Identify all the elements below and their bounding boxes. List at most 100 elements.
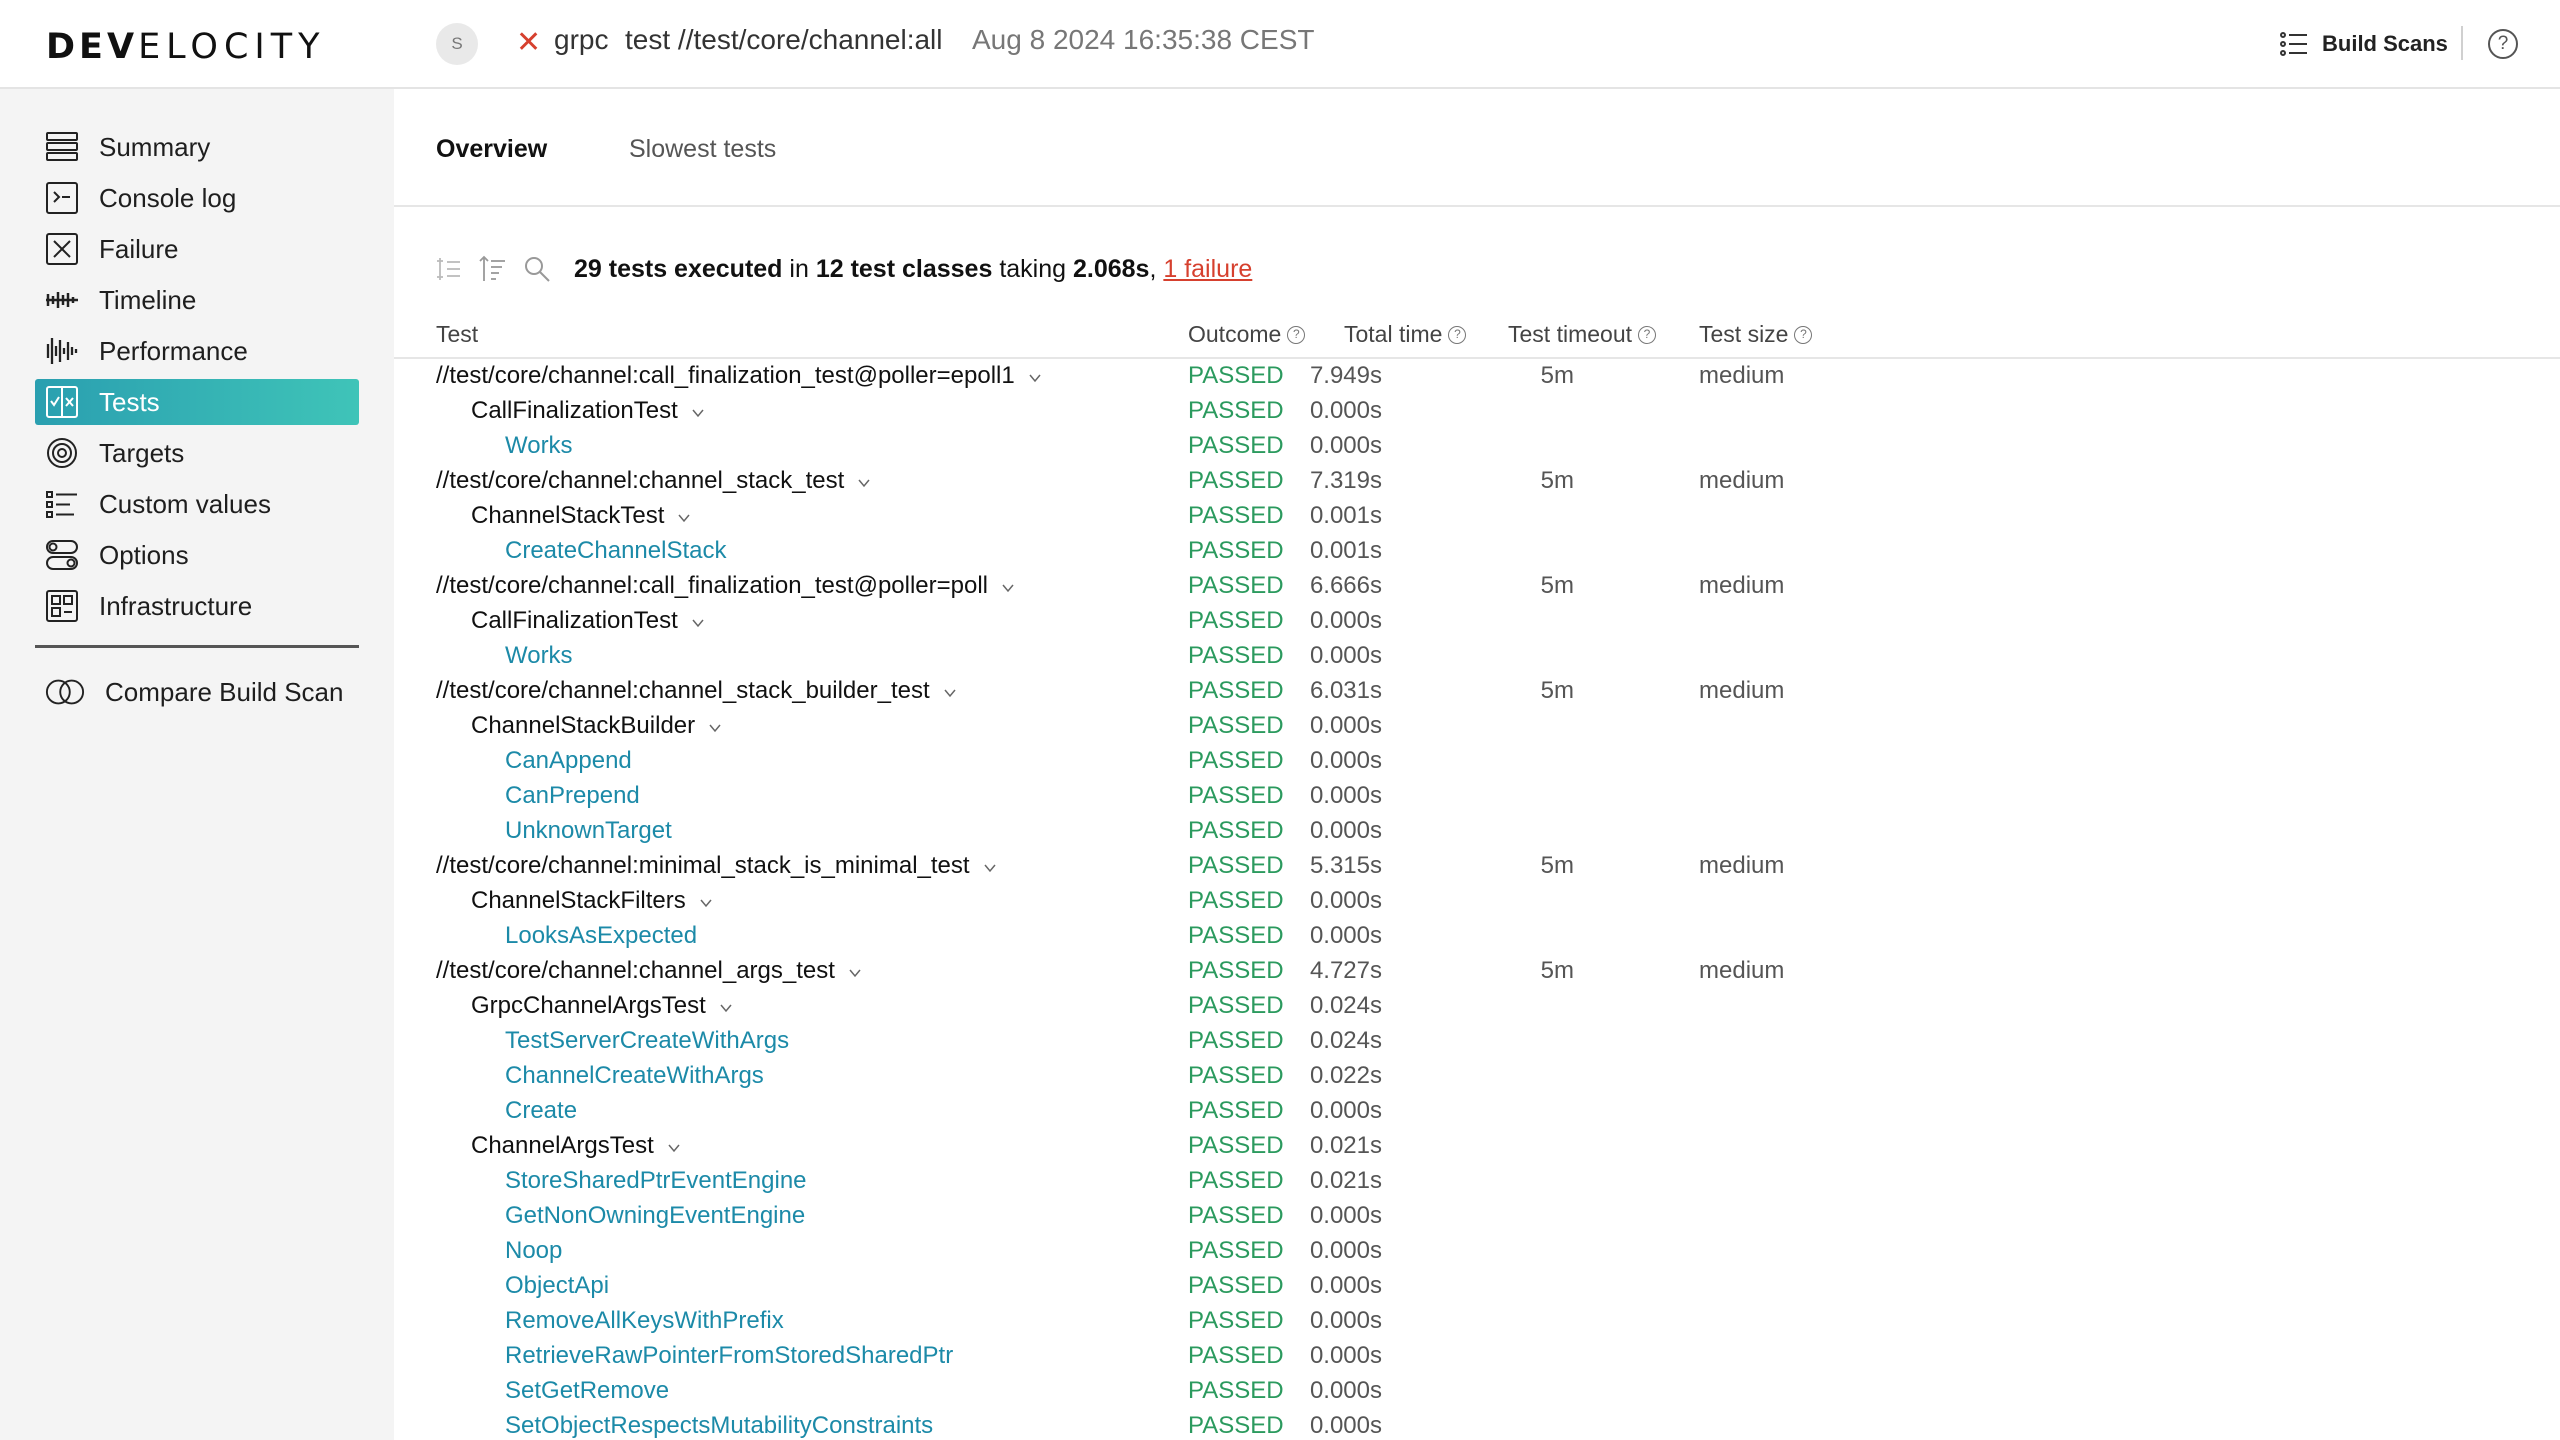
chevron-down-icon[interactable] bbox=[849, 967, 861, 979]
table-row[interactable]: ChannelCreateWithArgs PASSED 0.022s bbox=[394, 1059, 2560, 1094]
chevron-down-icon[interactable] bbox=[709, 722, 721, 734]
table-row[interactable]: //test/core/channel:channel_args_test PAS… bbox=[394, 954, 2560, 989]
tab-overview[interactable]: Overview bbox=[436, 135, 547, 164]
sidebar-item-performance[interactable]: Performance bbox=[35, 328, 359, 374]
failures-link[interactable]: 1 failure bbox=[1163, 255, 1252, 283]
search-icon[interactable] bbox=[522, 254, 552, 284]
table-row[interactable]: ChannelStackTest PASSED 0.001s bbox=[394, 499, 2560, 534]
sidebar-item-custom-values[interactable]: Custom values bbox=[35, 481, 359, 527]
table-row[interactable]: CanPrepend PASSED 0.000s bbox=[394, 779, 2560, 814]
column-header-test[interactable]: Test bbox=[436, 321, 478, 348]
test-case-link[interactable]: CanAppend bbox=[505, 747, 632, 775]
compare-build-scan-button[interactable]: Compare Build Scan bbox=[35, 669, 359, 715]
table-row[interactable]: //test/core/channel:channel_stack_builde… bbox=[394, 674, 2560, 709]
info-icon[interactable]: ? bbox=[1638, 325, 1656, 344]
table-row[interactable]: CallFinalizationTest PASSED 0.000s bbox=[394, 604, 2560, 639]
table-row[interactable]: SetObjectRespectsMutabilityConstraints PA… bbox=[394, 1409, 2560, 1440]
info-icon[interactable]: ? bbox=[1287, 325, 1306, 344]
table-row[interactable]: RetrieveRawPointerFromStoredSharedPtr PAS… bbox=[394, 1339, 2560, 1374]
chevron-down-icon[interactable] bbox=[944, 687, 956, 699]
table-row[interactable]: TestServerCreateWithArgs PASSED 0.024s bbox=[394, 1024, 2560, 1059]
test-class-name[interactable]: ChannelStackTest bbox=[471, 502, 691, 530]
sidebar-item-console-log[interactable]: Console log bbox=[35, 175, 359, 221]
sidebar-item-tests[interactable]: Tests bbox=[35, 379, 359, 425]
sidebar-item-options[interactable]: Options bbox=[35, 532, 359, 578]
table-row[interactable]: CallFinalizationTest PASSED 0.000s bbox=[394, 394, 2560, 429]
chevron-down-icon[interactable] bbox=[692, 407, 704, 419]
test-target-name[interactable]: //test/core/channel:minimal_stack_is_min… bbox=[436, 852, 996, 880]
test-case-link[interactable]: Works bbox=[505, 432, 573, 460]
test-case-link[interactable]: CanPrepend bbox=[505, 782, 640, 810]
table-row[interactable]: ObjectApi PASSED 0.000s bbox=[394, 1269, 2560, 1304]
info-icon[interactable]: ? bbox=[1794, 325, 1813, 344]
test-class-name[interactable]: CallFinalizationTest bbox=[471, 397, 704, 425]
test-case-link[interactable]: GetNonOwningEventEngine bbox=[505, 1202, 805, 1230]
test-class-name[interactable]: ChannelStackFilters bbox=[471, 887, 712, 915]
table-row[interactable]: Create PASSED 0.000s bbox=[394, 1094, 2560, 1129]
column-header-size[interactable]: Test size? bbox=[1699, 321, 1813, 348]
sidebar-item-timeline[interactable]: Timeline bbox=[35, 277, 359, 323]
table-row[interactable]: SetGetRemove PASSED 0.000s bbox=[394, 1374, 2560, 1409]
chevron-down-icon[interactable] bbox=[700, 897, 712, 909]
table-row[interactable]: ChannelStackFilters PASSED 0.000s bbox=[394, 884, 2560, 919]
test-case-link[interactable]: RetrieveRawPointerFromStoredSharedPtr bbox=[505, 1342, 953, 1370]
table-row[interactable]: StoreSharedPtrEventEngine PASSED 0.021s bbox=[394, 1164, 2560, 1199]
table-row[interactable]: GetNonOwningEventEngine PASSED 0.000s bbox=[394, 1199, 2560, 1234]
sidebar-item-targets[interactable]: Targets bbox=[35, 430, 359, 476]
test-case-link[interactable]: Noop bbox=[505, 1237, 562, 1265]
table-row[interactable]: RemoveAllKeysWithPrefix PASSED 0.000s bbox=[394, 1304, 2560, 1339]
sort-icon[interactable] bbox=[478, 254, 508, 284]
table-row[interactable]: //test/core/channel:call_finalization_te… bbox=[394, 359, 2560, 394]
table-row[interactable]: CanAppend PASSED 0.000s bbox=[394, 744, 2560, 779]
test-case-link[interactable]: CreateChannelStack bbox=[505, 537, 726, 565]
build-scans-button[interactable]: Build Scans bbox=[2280, 26, 2448, 62]
table-row[interactable]: CreateChannelStack PASSED 0.001s bbox=[394, 534, 2560, 569]
column-header-outcome[interactable]: Outcome? bbox=[1188, 321, 1306, 348]
test-target-name[interactable]: //test/core/channel:call_finalization_te… bbox=[436, 362, 1041, 390]
table-row[interactable]: //test/core/channel:call_finalization_te… bbox=[394, 569, 2560, 604]
chevron-down-icon[interactable] bbox=[858, 477, 870, 489]
test-case-link[interactable]: Works bbox=[505, 642, 573, 670]
chevron-down-icon[interactable] bbox=[1029, 372, 1041, 384]
info-icon[interactable]: ? bbox=[1448, 325, 1467, 344]
test-target-name[interactable]: //test/core/channel:call_finalization_te… bbox=[436, 572, 1014, 600]
test-case-link[interactable]: UnknownTarget bbox=[505, 817, 672, 845]
table-row[interactable]: GrpcChannelArgsTest PASSED 0.024s bbox=[394, 989, 2560, 1024]
table-row[interactable]: //test/core/channel:minimal_stack_is_min… bbox=[394, 849, 2560, 884]
test-case-link[interactable]: RemoveAllKeysWithPrefix bbox=[505, 1307, 784, 1335]
chevron-down-icon[interactable] bbox=[720, 1002, 732, 1014]
sidebar-item-infrastructure[interactable]: Infrastructure bbox=[35, 583, 359, 629]
test-target-name[interactable]: //test/core/channel:channel_args_test bbox=[436, 957, 861, 985]
test-class-name[interactable]: ChannelStackBuilder bbox=[471, 712, 721, 740]
table-row[interactable]: Works PASSED 0.000s bbox=[394, 429, 2560, 464]
table-row[interactable]: LooksAsExpected PASSED 0.000s bbox=[394, 919, 2560, 954]
column-header-total-time[interactable]: Total time? bbox=[1344, 321, 1467, 348]
test-case-link[interactable]: ChannelCreateWithArgs bbox=[505, 1062, 764, 1090]
tab-slowest-tests[interactable]: Slowest tests bbox=[629, 135, 776, 164]
test-case-link[interactable]: Create bbox=[505, 1097, 577, 1125]
sidebar-item-summary[interactable]: Summary bbox=[35, 124, 359, 170]
test-case-link[interactable]: SetObjectRespectsMutabilityConstraints bbox=[505, 1412, 933, 1440]
test-case-link[interactable]: ObjectApi bbox=[505, 1272, 609, 1300]
develocity-logo[interactable]: DEVELOCITY bbox=[46, 27, 326, 67]
collapse-all-icon[interactable] bbox=[434, 254, 464, 284]
help-icon[interactable]: ? bbox=[2488, 29, 2518, 59]
chevron-down-icon[interactable] bbox=[692, 617, 704, 629]
chevron-down-icon[interactable] bbox=[678, 512, 691, 524]
table-row[interactable]: Works PASSED 0.000s bbox=[394, 639, 2560, 674]
test-class-name[interactable]: ChannelArgsTest bbox=[471, 1132, 680, 1160]
table-row[interactable]: ChannelArgsTest PASSED 0.021s bbox=[394, 1129, 2560, 1164]
table-row[interactable]: ChannelStackBuilder PASSED 0.000s bbox=[394, 709, 2560, 744]
table-row[interactable]: //test/core/channel:channel_stack_test PA… bbox=[394, 464, 2560, 499]
test-class-name[interactable]: CallFinalizationTest bbox=[471, 607, 704, 635]
chevron-down-icon[interactable] bbox=[983, 862, 996, 874]
test-case-link[interactable]: TestServerCreateWithArgs bbox=[505, 1027, 789, 1055]
table-row[interactable]: UnknownTarget PASSED 0.000s bbox=[394, 814, 2560, 849]
column-header-timeout[interactable]: Test timeout? bbox=[1508, 321, 1656, 348]
test-class-name[interactable]: GrpcChannelArgsTest bbox=[471, 992, 732, 1020]
table-row[interactable]: Noop PASSED 0.000s bbox=[394, 1234, 2560, 1269]
test-case-link[interactable]: LooksAsExpected bbox=[505, 922, 697, 950]
test-target-name[interactable]: //test/core/channel:channel_stack_test bbox=[436, 467, 870, 495]
test-case-link[interactable]: SetGetRemove bbox=[505, 1377, 669, 1405]
test-target-name[interactable]: //test/core/channel:channel_stack_builde… bbox=[436, 677, 956, 705]
